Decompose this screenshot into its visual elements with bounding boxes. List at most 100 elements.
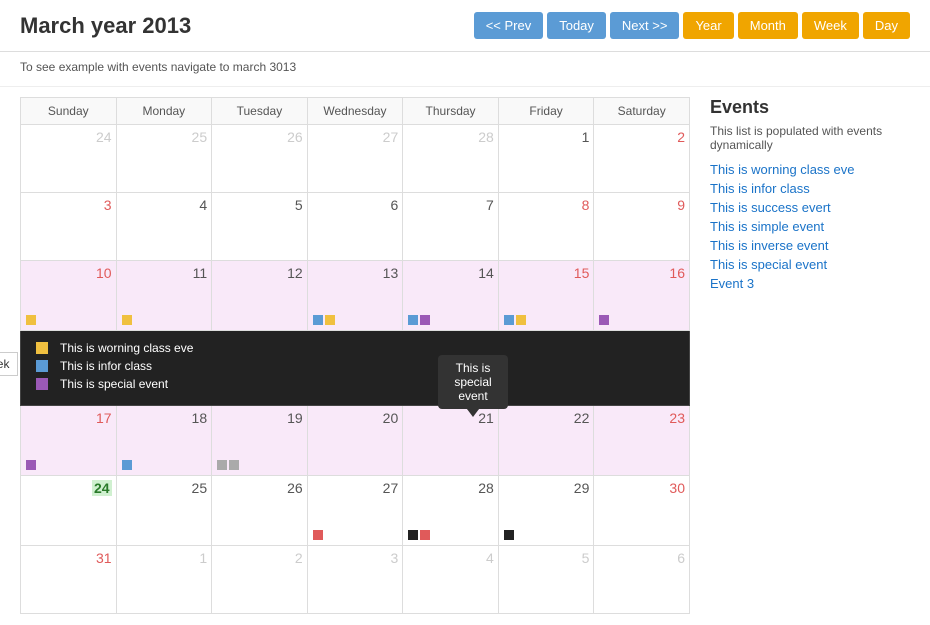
day-number: 4 (407, 550, 494, 566)
day-number: 3 (25, 197, 112, 213)
day-number: 6 (598, 550, 685, 566)
event-dots-container (407, 526, 494, 541)
calendar-day-cell[interactable]: 26 (212, 476, 308, 546)
month-view-button[interactable]: Month (738, 12, 798, 39)
day-number: 29 (503, 480, 590, 496)
calendar-day-cell[interactable]: 19 (212, 406, 308, 476)
day-number: 20 (312, 410, 399, 426)
day-number: 12 (216, 265, 303, 281)
event-dots-container (503, 311, 590, 326)
calendar-day-cell[interactable]: 1 (498, 125, 594, 193)
col-thursday: Thursday (403, 98, 499, 125)
calendar-header-row: Sunday Monday Tuesday Wednesday Thursday… (21, 98, 690, 125)
sidebar-event-link[interactable]: This is infor class (710, 181, 910, 196)
calendar-day-cell[interactable]: 18 (116, 406, 212, 476)
next-button[interactable]: Next >> (610, 12, 680, 39)
sidebar-event-link[interactable]: This is inverse event (710, 238, 910, 253)
col-wednesday: Wednesday (307, 98, 403, 125)
calendar-day-cell[interactable]: 10 (21, 261, 117, 331)
event-dots-container (216, 456, 303, 471)
calendar-day-cell[interactable]: 7 (403, 193, 499, 261)
day-number: 27 (312, 129, 399, 145)
calendar-week-row: 24 2526272829 30 (21, 476, 690, 546)
event-dot (504, 530, 514, 540)
expanded-event-item: This is infor class (36, 359, 674, 373)
expanded-event-item: This is special event (36, 377, 674, 391)
sidebar-links: This is worning class eve This is infor c… (710, 162, 910, 291)
sidebar-event-link[interactable]: This is simple event (710, 219, 910, 234)
calendar-day-cell[interactable]: 20 (307, 406, 403, 476)
calendar-day-cell[interactable]: 17 (21, 406, 117, 476)
calendar-day-cell[interactable]: 2 (594, 125, 690, 193)
event-tooltip: This isspecialevent (438, 355, 508, 409)
calendar-day-cell[interactable]: 25 (116, 476, 212, 546)
calendar-table: Sunday Monday Tuesday Wednesday Thursday… (20, 97, 690, 614)
sidebar-event-link[interactable]: This is worning class eve (710, 162, 910, 177)
calendar-day-cell[interactable]: 15 (498, 261, 594, 331)
calendar-day-cell[interactable]: 25 (116, 125, 212, 193)
calendar-day-cell[interactable]: 6 (307, 193, 403, 261)
today-button[interactable]: Today (547, 12, 606, 39)
day-number: 27 (312, 480, 399, 496)
calendar-day-cell[interactable]: 13 (307, 261, 403, 331)
calendar-week-row: 10111213141516 (21, 261, 690, 331)
calendar-day-cell[interactable]: 9 (594, 193, 690, 261)
calendar-day-cell[interactable]: 24 (21, 125, 117, 193)
sidebar-event-link[interactable]: This is special event (710, 257, 910, 272)
calendar-day-cell[interactable]: 16 (594, 261, 690, 331)
event-dot (122, 315, 132, 325)
calendar-day-cell[interactable]: 6 (594, 546, 690, 614)
day-view-button[interactable]: Day (863, 12, 910, 39)
calendar-day-cell[interactable]: 22 (498, 406, 594, 476)
calendar-week-row: 3456789 (21, 193, 690, 261)
day-number: 25 (121, 480, 208, 496)
event-dot (313, 315, 323, 325)
calendar-day-cell[interactable]: 5 (212, 193, 308, 261)
calendar-day-cell[interactable]: 12 (212, 261, 308, 331)
calendar-day-cell[interactable]: 11 (116, 261, 212, 331)
year-view-button[interactable]: Year (683, 12, 733, 39)
prev-button[interactable]: << Prev (474, 12, 544, 39)
day-number: 9 (598, 197, 685, 213)
calendar-day-cell[interactable]: 4 (403, 546, 499, 614)
event-dot (26, 460, 36, 470)
sidebar-event-link[interactable]: Event 3 (710, 276, 910, 291)
day-number: 7 (407, 197, 494, 213)
day-number: 26 (216, 129, 303, 145)
page-title: March year 2013 (20, 13, 474, 39)
calendar-day-cell[interactable]: 21 (403, 406, 499, 476)
calendar-day-cell[interactable]: 3 (307, 546, 403, 614)
day-number: 2 (598, 129, 685, 145)
col-monday: Monday (116, 98, 212, 125)
calendar-day-cell[interactable]: 14 (403, 261, 499, 331)
calendar-day-cell[interactable]: 3 (21, 193, 117, 261)
calendar-day-cell[interactable]: 28 (403, 476, 499, 546)
calendar-day-cell[interactable]: 27 (307, 476, 403, 546)
calendar-day-cell[interactable]: 24 (21, 476, 117, 546)
event-dots-container (312, 526, 399, 541)
page-header: March year 2013 << Prev Today Next >> Ye… (0, 0, 930, 52)
day-number: 30 (598, 480, 685, 496)
sidebar-event-link[interactable]: This is success evert (710, 200, 910, 215)
week-view-button[interactable]: Week (802, 12, 859, 39)
day-number: 14 (407, 265, 494, 281)
calendar-day-cell[interactable]: 5 (498, 546, 594, 614)
calendar-day-cell[interactable]: 2 (212, 546, 308, 614)
calendar-day-cell[interactable]: 26 (212, 125, 308, 193)
event-dot (599, 315, 609, 325)
expanded-event-item: This is worning class eve (36, 341, 674, 355)
day-number: 22 (503, 410, 590, 426)
calendar-day-cell[interactable]: 4 (116, 193, 212, 261)
calendar-day-cell[interactable]: 23 (594, 406, 690, 476)
event-dots-container (121, 456, 208, 471)
calendar-day-cell[interactable]: 31 (21, 546, 117, 614)
calendar-day-cell[interactable]: 1 (116, 546, 212, 614)
day-number: 24 (92, 480, 112, 496)
calendar-day-cell[interactable]: 8 (498, 193, 594, 261)
day-number: 23 (598, 410, 685, 426)
event-dots-container (312, 311, 399, 326)
calendar-day-cell[interactable]: 30 (594, 476, 690, 546)
calendar-day-cell[interactable]: 27 (307, 125, 403, 193)
calendar-day-cell[interactable]: 28 (403, 125, 499, 193)
calendar-day-cell[interactable]: 29 (498, 476, 594, 546)
